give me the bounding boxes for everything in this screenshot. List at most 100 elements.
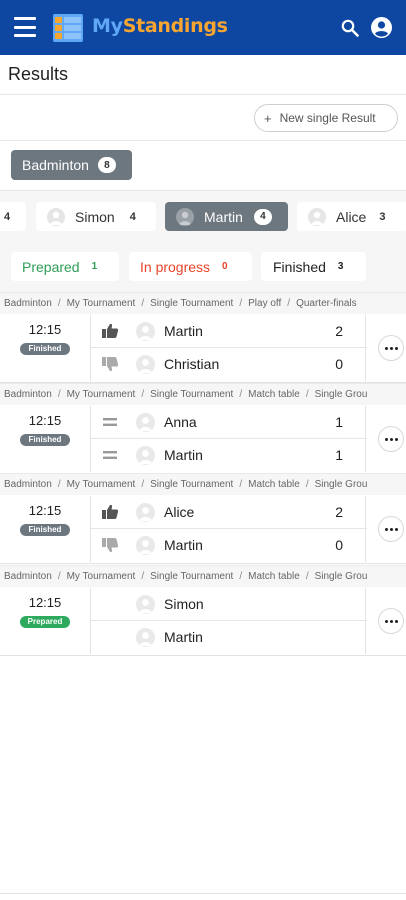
breadcrumb-separator: /: [305, 571, 309, 582]
more-options-button[interactable]: [378, 335, 404, 361]
result-card[interactable]: 12:15 Finished Alice 2 Martin 0: [0, 496, 406, 564]
thumbs-up-icon: [101, 323, 119, 339]
sport-label: Badminton: [22, 157, 89, 173]
tab-prepared[interactable]: Prepared 1: [11, 252, 119, 281]
player-score: 0: [335, 537, 343, 553]
breadcrumb-item: Badminton: [4, 479, 52, 490]
breadcrumb-separator: /: [141, 389, 145, 400]
player-count: 3: [379, 210, 386, 223]
sport-filter-chip[interactable]: Badminton 8: [11, 150, 132, 180]
breadcrumb-separator: /: [57, 298, 61, 309]
sport-count-badge: 8: [97, 157, 116, 173]
menu-icon[interactable]: [14, 17, 36, 37]
top-app-bar: MyStandings: [0, 0, 406, 55]
player-count-badge: 4: [253, 208, 272, 225]
player-score: 1: [335, 414, 343, 430]
new-single-result-label: New single Result: [279, 111, 376, 125]
thumbs-down-icon: [101, 356, 119, 372]
result-time-column: 12:15 Prepared: [0, 588, 90, 654]
more-options-button[interactable]: [378, 516, 404, 542]
avatar-icon: [176, 207, 194, 226]
breadcrumb-item: Badminton: [4, 298, 52, 309]
new-single-result-button[interactable]: + New single Result: [254, 104, 398, 132]
tab-count: 3: [337, 261, 344, 272]
avatar-icon: [136, 322, 155, 341]
tab-label: Prepared: [22, 258, 80, 275]
tab-label: Finished: [273, 258, 326, 275]
player-score: 0: [335, 356, 343, 372]
breadcrumb-item: Badminton: [4, 571, 52, 582]
search-icon[interactable]: [341, 19, 359, 37]
app-name-part2: Standings: [122, 15, 228, 37]
player-name: Alice: [164, 504, 195, 520]
result-time-column: 12:15 Finished: [0, 315, 90, 381]
player-name: Martin: [164, 447, 203, 463]
player-name: Simon: [75, 208, 115, 225]
breadcrumb-separator: /: [141, 298, 145, 309]
result-time: 12:15: [28, 413, 62, 428]
thumbs-down-icon: [101, 537, 119, 553]
player-name: Anna: [164, 414, 197, 430]
result-card[interactable]: 12:15 Finished Martin 2 Christian 0: [0, 315, 406, 383]
tab-count: 0: [222, 261, 228, 272]
avatar-icon: [136, 595, 155, 614]
avatar-icon: [136, 446, 155, 465]
tab-in-progress[interactable]: In progress 0: [129, 252, 252, 281]
more-options-button[interactable]: [378, 608, 404, 634]
tab-label: In progress: [140, 258, 211, 275]
divider: [0, 893, 406, 894]
breadcrumb-item: Quarter-finals: [296, 298, 357, 309]
breadcrumb-separator: /: [239, 389, 243, 400]
player-name: Martin: [204, 208, 243, 225]
result-card[interactable]: 12:15 Prepared Simon Martin: [0, 588, 406, 656]
breadcrumb-separator: /: [141, 571, 145, 582]
account-icon[interactable]: [371, 17, 392, 38]
breadcrumb-separator: /: [305, 479, 309, 490]
player-filter-row: 4 Simon 4 Martin 4 Alice 3: [0, 191, 406, 240]
player-chip-simon[interactable]: Simon 4: [36, 202, 156, 231]
result-player-row: Martin 1: [91, 439, 367, 472]
status-badge: Prepared: [20, 616, 70, 628]
result-player-row: Simon: [91, 588, 367, 621]
player-name: Alice: [336, 208, 367, 225]
breadcrumb-separator: /: [141, 479, 145, 490]
breadcrumb-item: My Tournament: [66, 298, 136, 309]
result-time-column: 12:15 Finished: [0, 406, 90, 472]
avatar-icon: [136, 413, 155, 432]
result-time: 12:15: [28, 595, 62, 610]
breadcrumb-item: Single Grou: [314, 479, 368, 490]
breadcrumb-separator: /: [287, 298, 291, 309]
player-chip-martin[interactable]: Martin 4: [165, 202, 288, 231]
result-player-row: Anna 1: [91, 406, 367, 439]
player-name: Martin: [164, 537, 203, 553]
avatar-icon: [136, 628, 155, 647]
result-card[interactable]: 12:15 Finished Anna 1 Martin 1: [0, 406, 406, 474]
player-name: Christian: [164, 356, 220, 372]
more-options-button[interactable]: [378, 426, 404, 452]
status-badge: Finished: [20, 434, 70, 446]
result-time: 12:15: [28, 503, 62, 518]
player-name: Martin: [164, 629, 203, 645]
result-breadcrumb: Badminton / My Tournament / Single Tournamen…: [0, 473, 406, 495]
avatar-icon: [136, 355, 155, 374]
app-name: MyStandings: [92, 15, 228, 37]
status-badge: Finished: [20, 343, 70, 355]
breadcrumb-item: Match table: [248, 479, 300, 490]
breadcrumb-item: Single Tournament: [150, 298, 234, 309]
breadcrumb-separator: /: [239, 479, 243, 490]
player-chip-alice[interactable]: Alice 3: [297, 202, 406, 231]
breadcrumb-item: My Tournament: [66, 571, 136, 582]
result-players: Alice 2 Martin 0: [90, 496, 367, 562]
breadcrumb-item: Play off: [248, 298, 282, 309]
result-player-row: Alice 2: [91, 496, 367, 529]
result-breadcrumb: Badminton / My Tournament / Single Tournamen…: [0, 292, 406, 314]
app-name-part1: My: [92, 15, 123, 37]
tab-finished[interactable]: Finished 3: [261, 252, 366, 281]
breadcrumb-item: Badminton: [4, 389, 52, 400]
avatar-icon: [136, 536, 155, 555]
breadcrumb-item: Single Grou: [314, 389, 368, 400]
player-chip-partial[interactable]: 4: [0, 202, 26, 231]
breadcrumb-item: Single Tournament: [150, 389, 234, 400]
player-name: Martin: [164, 323, 203, 339]
player-score: 2: [335, 504, 343, 520]
